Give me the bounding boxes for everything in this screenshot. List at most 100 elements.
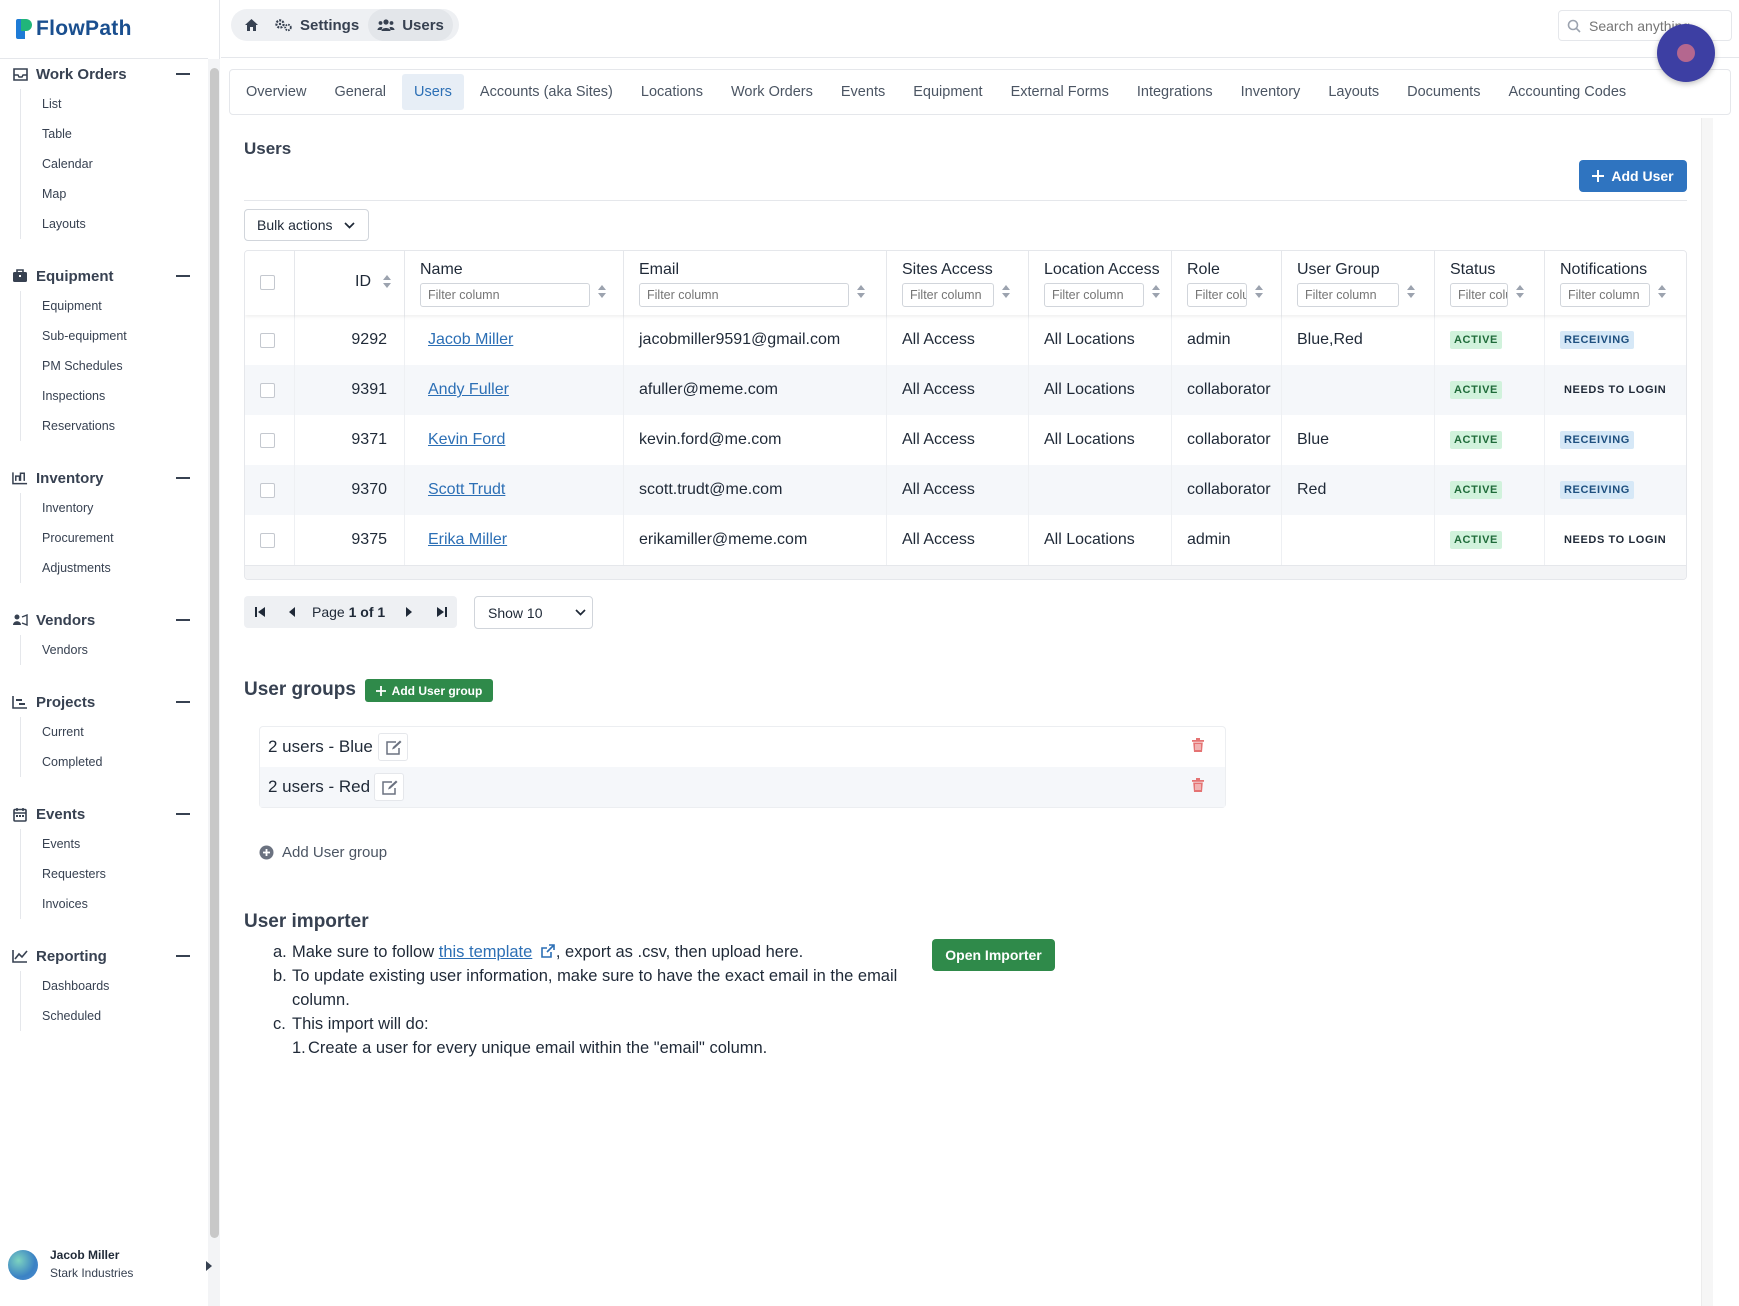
sidebar-section-header[interactable]: Work Orders (0, 59, 208, 89)
column-title[interactable]: Role (1187, 261, 1220, 279)
sidebar-item[interactable]: Sub-equipment (21, 321, 208, 351)
table-row[interactable]: 9375 Erika Miller erikamiller@meme.com All … (245, 515, 1686, 565)
tab-equipment[interactable]: Equipment (901, 74, 994, 110)
tab-layouts[interactable]: Layouts (1316, 74, 1391, 110)
sort-icon[interactable] (383, 275, 391, 289)
sidebar-item[interactable]: Procurement (21, 523, 208, 553)
bulk-actions-dropdown[interactable]: Bulk actions (244, 209, 369, 241)
sidebar-section-header[interactable]: Equipment (0, 261, 208, 291)
next-page-button[interactable] (393, 596, 425, 628)
tab-work-orders[interactable]: Work Orders (719, 74, 825, 110)
page-size-select[interactable]: Show 10 (474, 596, 593, 629)
sort-icon[interactable] (1407, 285, 1415, 299)
table-row[interactable]: 9292 Jacob Miller jacobmiller9591@gmail.co… (245, 315, 1686, 365)
tab-inventory[interactable]: Inventory (1229, 74, 1313, 110)
column-filter-input[interactable] (1297, 283, 1399, 307)
edit-group-button[interactable] (374, 773, 404, 801)
delete-group-button[interactable] (1192, 737, 1204, 757)
sidebar-item[interactable]: Completed (21, 747, 208, 777)
sidebar-item[interactable]: Reservations (21, 411, 208, 441)
sidebar-item[interactable]: Vendors (21, 635, 208, 665)
sidebar-item[interactable]: Inspections (21, 381, 208, 411)
column-title[interactable]: Email (639, 261, 679, 279)
row-checkbox[interactable] (260, 382, 275, 398)
tab-integrations[interactable]: Integrations (1125, 74, 1225, 110)
collapse-icon[interactable] (176, 701, 190, 703)
sidebar-section-header[interactable]: Events (0, 799, 208, 829)
sidebar-item[interactable]: Calendar (21, 149, 208, 179)
tab-general[interactable]: General (322, 74, 398, 110)
sidebar-section-header[interactable]: Inventory (0, 463, 208, 493)
main-scrollbar[interactable] (1701, 118, 1713, 1306)
table-row[interactable]: 9371 Kevin Ford kevin.ford@me.com All Acces… (245, 415, 1686, 465)
sidebar-item[interactable]: Dashboards (21, 971, 208, 1001)
select-all-checkbox[interactable] (260, 275, 275, 290)
sidebar-item[interactable]: List (21, 89, 208, 119)
tab-locations[interactable]: Locations (629, 74, 715, 110)
tab-events[interactable]: Events (829, 74, 897, 110)
edit-group-button[interactable] (378, 733, 408, 761)
caret-right-icon[interactable] (206, 1261, 212, 1271)
user-name-link[interactable]: Scott Trudt (428, 481, 505, 499)
column-filter-input[interactable] (639, 283, 849, 307)
sidebar-item[interactable]: Table (21, 119, 208, 149)
row-checkbox[interactable] (260, 482, 275, 498)
collapse-icon[interactable] (176, 955, 190, 957)
column-filter-input[interactable] (1560, 283, 1650, 307)
external-link-icon[interactable] (540, 943, 556, 959)
sidebar-item[interactable]: Events (21, 829, 208, 859)
user-name-link[interactable]: Andy Fuller (428, 381, 509, 399)
breadcrumb-users[interactable]: Users (368, 9, 453, 41)
sidebar-scrollbar-thumb[interactable] (210, 68, 219, 1238)
table-row[interactable]: 9370 Scott Trudt scott.trudt@me.com All Acc… (245, 465, 1686, 515)
sort-icon[interactable] (598, 285, 606, 299)
column-title[interactable]: Status (1450, 261, 1495, 279)
collapse-icon[interactable] (176, 813, 190, 815)
collapse-icon[interactable] (176, 275, 190, 277)
sidebar-item[interactable]: Current (21, 717, 208, 747)
add-user-button[interactable]: Add User (1579, 160, 1687, 192)
sidebar-item[interactable]: Inventory (21, 493, 208, 523)
row-checkbox[interactable] (260, 332, 275, 348)
assistant-fab-button[interactable] (1657, 24, 1715, 82)
user-name-link[interactable]: Erika Miller (428, 531, 507, 549)
last-page-button[interactable] (425, 596, 457, 628)
column-filter-input[interactable] (1044, 283, 1144, 307)
prev-page-button[interactable] (276, 596, 308, 628)
sidebar-item[interactable]: Equipment (21, 291, 208, 321)
add-user-group-link[interactable]: Add User group (259, 844, 387, 861)
row-checkbox[interactable] (260, 432, 275, 448)
column-title[interactable]: Name (420, 261, 463, 279)
sidebar-item[interactable]: PM Schedules (21, 351, 208, 381)
column-title[interactable]: Notifications (1560, 261, 1647, 279)
collapse-icon[interactable] (176, 73, 190, 75)
user-name-link[interactable]: Kevin Ford (428, 431, 505, 449)
first-page-button[interactable] (244, 596, 276, 628)
tab-accounts-aka-sites[interactable]: Accounts (aka Sites) (468, 74, 625, 110)
column-title[interactable]: ID (355, 273, 371, 291)
sidebar-section-header[interactable]: Reporting (0, 941, 208, 971)
template-link[interactable]: this template (439, 943, 533, 961)
column-title[interactable]: Location Access (1044, 261, 1160, 279)
sidebar-item[interactable]: Adjustments (21, 553, 208, 583)
column-filter-input[interactable] (1187, 283, 1247, 307)
column-filter-input[interactable] (1450, 283, 1508, 307)
tab-accounting-codes[interactable]: Accounting Codes (1496, 74, 1638, 110)
tab-overview[interactable]: Overview (234, 74, 318, 110)
sidebar-item[interactable]: Scheduled (21, 1001, 208, 1031)
sidebar-item[interactable]: Invoices (21, 889, 208, 919)
collapse-icon[interactable] (176, 477, 190, 479)
sort-icon[interactable] (857, 285, 865, 299)
open-importer-button[interactable]: Open Importer (932, 939, 1055, 971)
column-title[interactable]: User Group (1297, 261, 1380, 279)
app-logo[interactable]: FlowPath (16, 16, 132, 42)
table-row[interactable]: 9391 Andy Fuller afuller@meme.com All Acces… (245, 365, 1686, 415)
user-name-link[interactable]: Jacob Miller (428, 331, 513, 349)
sidebar-section-header[interactable]: Projects (0, 687, 208, 717)
sidebar-section-header[interactable]: Vendors (0, 605, 208, 635)
tab-documents[interactable]: Documents (1395, 74, 1492, 110)
user-profile[interactable]: Jacob Miller Stark Industries (8, 1248, 212, 1284)
column-title[interactable]: Sites Access (902, 261, 993, 279)
row-checkbox[interactable] (260, 532, 275, 548)
column-filter-input[interactable] (420, 283, 590, 307)
